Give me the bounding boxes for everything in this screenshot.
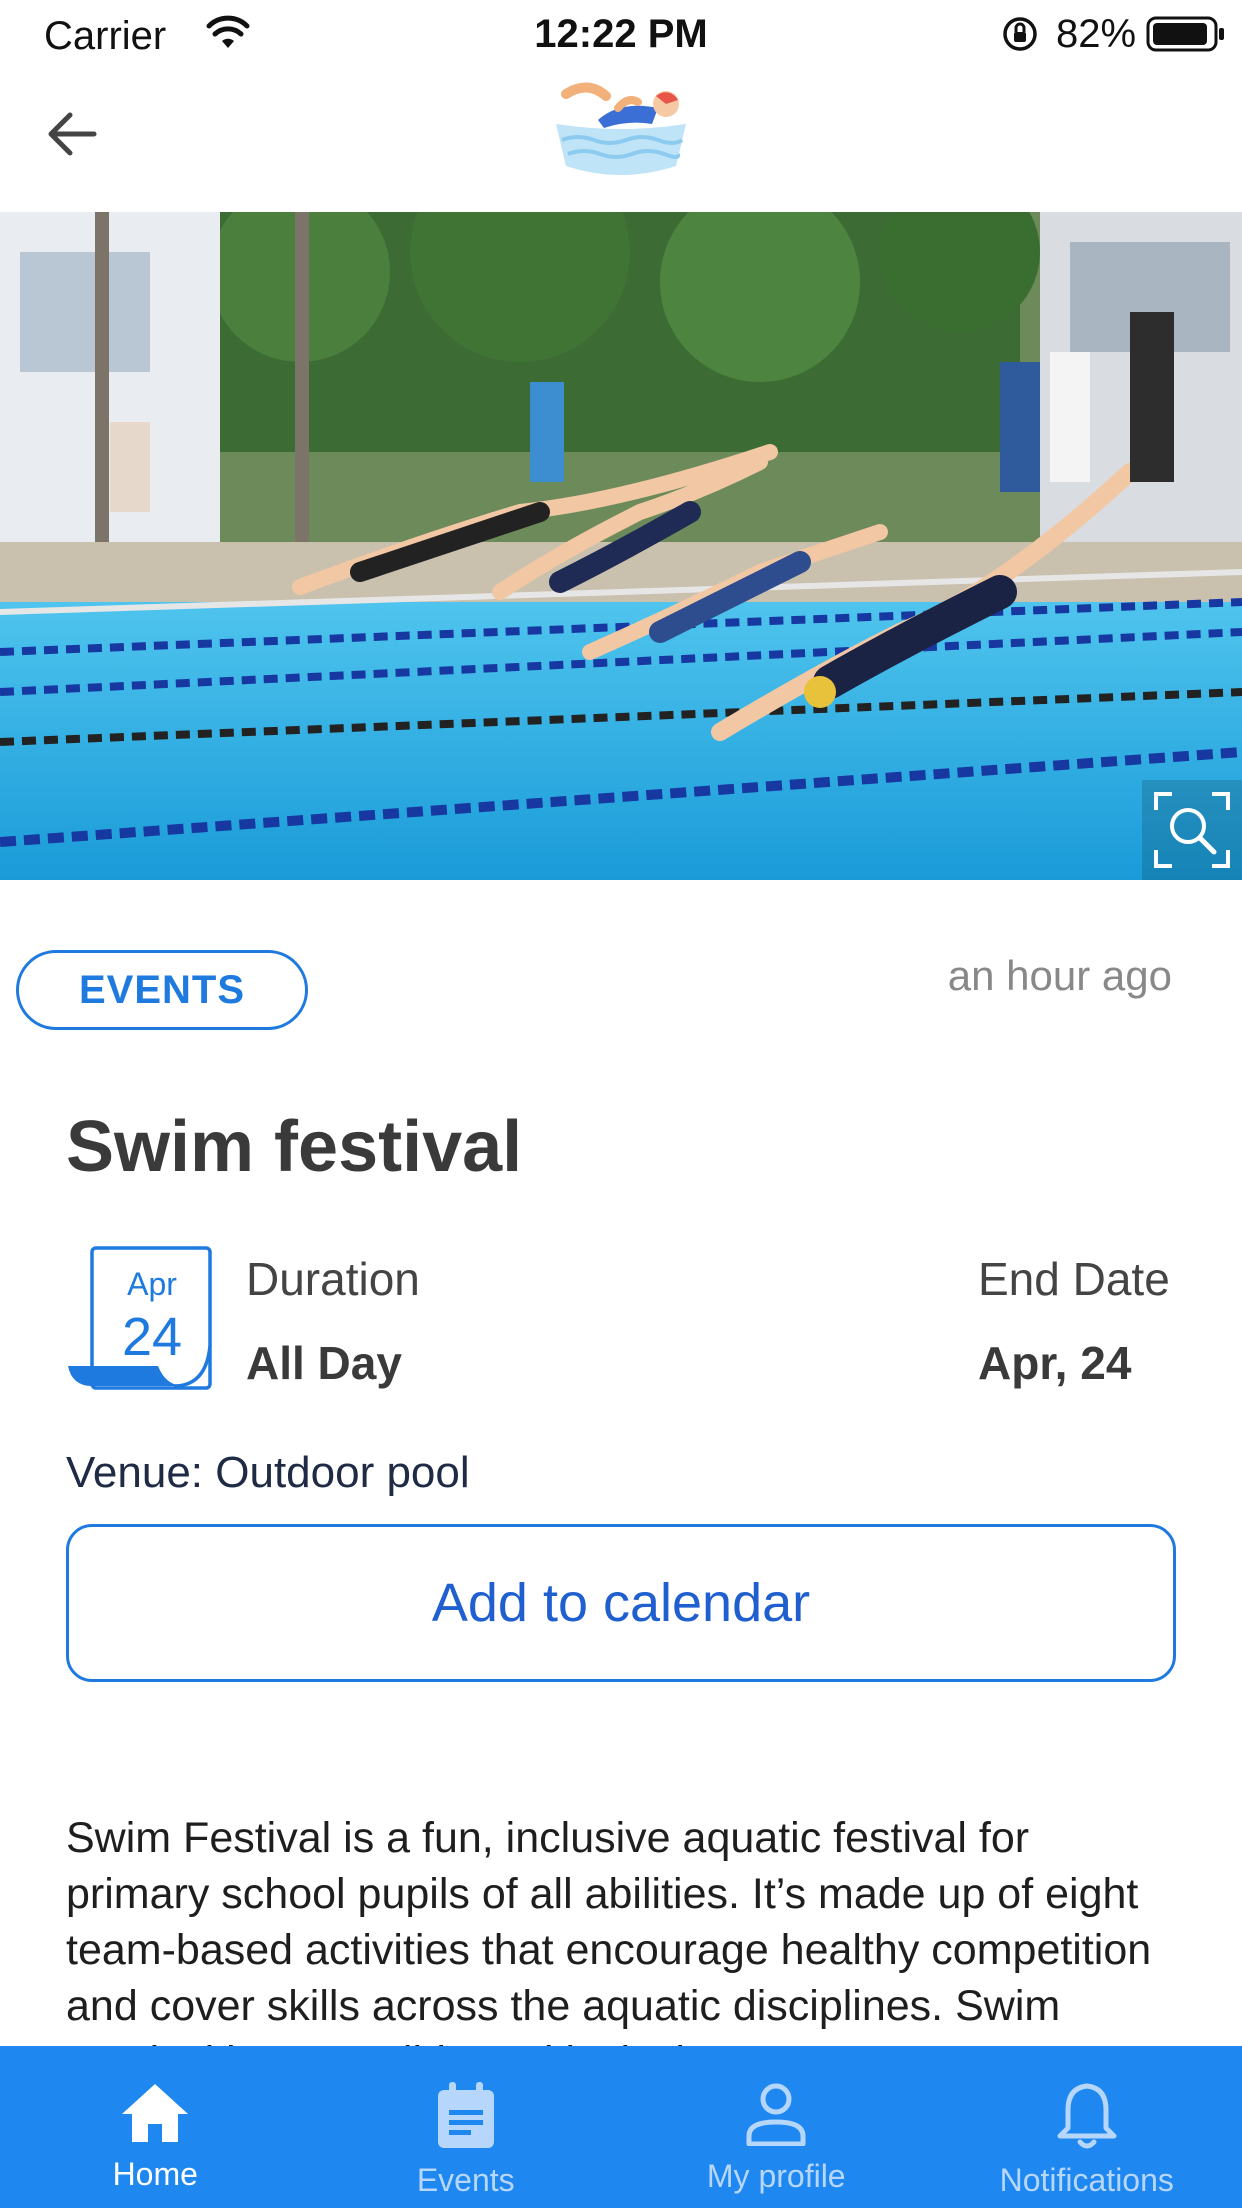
battery-percent: 82% [1056, 12, 1137, 56]
nav-home[interactable]: Home [0, 2046, 311, 2208]
calendar-month: Apr [127, 1266, 177, 1302]
arrow-left-icon [48, 112, 97, 156]
nav-notifications[interactable]: Notifications [932, 2046, 1242, 2208]
end-date-label: End Date [978, 1253, 1170, 1305]
duration-label: Duration [246, 1253, 420, 1305]
add-to-calendar-button[interactable]: Add to calendar [66, 1524, 1176, 1682]
calendar-icon [437, 2082, 494, 2148]
home-icon [122, 2084, 189, 2142]
end-date-value: Apr, 24 [978, 1337, 1132, 1389]
nav-events[interactable]: Events [311, 2046, 622, 2208]
search-icon [1154, 792, 1230, 868]
status-bar: Carrier 12:22 PM 82% [0, 0, 1242, 70]
nav-my-profile[interactable]: My profile [621, 2046, 932, 2208]
bottom-nav: Home Events My profile Notifications [0, 2046, 1242, 2208]
duration-value: All Day [246, 1337, 402, 1389]
bell-icon [1057, 2083, 1117, 2149]
user-icon [746, 2083, 806, 2146]
battery-icon [1146, 16, 1226, 57]
nav-home-label: Home [112, 2156, 198, 2192]
event-description: Swim Festival is a fun, inclusive aquati… [66, 1814, 1152, 2050]
swimmer-logo [548, 74, 694, 182]
calendar-day: 24 [121, 1307, 183, 1367]
zoom-button[interactable] [1142, 780, 1242, 880]
back-button[interactable] [38, 100, 106, 168]
nav-notifications-label: Notifications [999, 2162, 1174, 2198]
hero-image[interactable] [0, 212, 1242, 880]
nav-my-profile-label: My profile [706, 2158, 846, 2194]
event-title: Swim festival [66, 1107, 523, 1187]
category-badge[interactable]: EVENTS [16, 950, 308, 1030]
venue-text: Venue: Outdoor pool [66, 1448, 470, 1497]
orientation-lock-icon [1000, 14, 1040, 59]
post-timestamp: an hour ago [947, 952, 1172, 999]
nav-events-label: Events [416, 2162, 515, 2198]
